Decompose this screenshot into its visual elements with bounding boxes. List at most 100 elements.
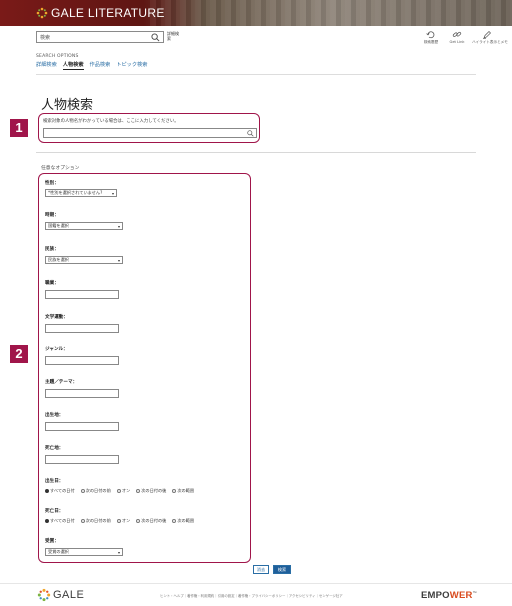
era-select[interactable]: 国籍を選択 ▾ [45,222,123,230]
toolbar: 詳細検索 検索履歴 Get Link ハイライト表示とメモ [0,26,512,48]
highlights-notes-tool[interactable]: ハイライト表示とメモ [472,30,508,45]
radio-icon [80,519,85,523]
advanced-search-link[interactable]: 詳細検索 [167,31,179,41]
chevron-down-icon: ▾ [117,550,120,555]
divider [36,74,476,75]
clear-button[interactable]: 消去 [253,565,269,574]
era-select-value: 国籍を選択 [48,223,69,228]
radio-icon [80,489,85,493]
option-label: オン [121,518,131,523]
search-icon[interactable] [247,130,254,137]
tab-advanced-search[interactable]: 詳細検索 [36,61,57,70]
deathplace-label: 死亡地： [45,446,64,451]
genre-input[interactable] [45,356,119,365]
option-label: 次の日付の後 [141,488,167,493]
occupation-input[interactable] [45,290,119,299]
deathplace-input[interactable] [45,455,119,464]
birth-date-options: すべての日付 次の日付の前 オン 次の日付の後 次の範囲 [45,488,194,494]
person-name-field[interactable] [43,128,257,138]
callout-number-1: 1 [10,119,28,137]
radio-selected-icon [45,489,49,493]
ethnicity-select-value: 民族を選択 [48,257,69,262]
chevron-down-icon: ▾ [117,258,120,263]
radio-icon [172,519,177,523]
highlighter-icon [483,31,491,39]
basic-search-input[interactable] [37,32,147,42]
banner-bookshelf-image [150,0,512,26]
brand-title[interactable]: GALE LITERATURE [51,6,165,20]
birthplace-input[interactable] [45,422,119,431]
radio-icon [136,489,141,493]
search-options-tabs: 詳細検索 人物検索 作品検索 トピック検索 [36,61,147,70]
death-date-option-before[interactable]: 次の日付の前 [80,518,111,524]
history-icon [426,31,435,39]
search-button[interactable]: 検索 [273,565,291,574]
trademark: ™ [472,590,477,595]
ethnicity-label: 民族： [45,247,59,252]
header-banner: GALE LITERATURE [0,0,512,26]
birth-date-option-range[interactable]: 次の範囲 [172,488,194,494]
death-date-option-range[interactable]: 次の範囲 [172,518,194,524]
page-title: 人物検索 [41,98,94,113]
option-label: 次の日付の前 [85,488,111,493]
birth-date-option-on[interactable]: オン [116,488,131,494]
tab-person-search[interactable]: 人物検索 [62,61,84,70]
radio-icon [116,489,121,493]
death-date-label: 死亡日： [45,509,64,514]
option-label: 次の日付の後 [141,518,167,523]
divider [36,152,476,153]
tab-topic-search[interactable]: トピック検索 [116,61,147,70]
gender-select[interactable]: *性別を選択されていません? ▾ [45,189,117,197]
theme-input[interactable] [45,389,119,398]
occupation-label: 職業： [45,281,59,286]
option-label: 次の範囲 [177,488,195,493]
option-label: 次の範囲 [177,518,195,523]
footer-gale-logo[interactable]: GALE [37,588,84,602]
literary-movement-input[interactable] [45,324,119,333]
footer-logo-text: GALE [53,589,85,601]
genre-label: ジャンル： [45,347,68,352]
birthplace-label: 出生地： [45,413,64,418]
option-label: すべての日付 [50,488,75,493]
gale-logo-icon [36,7,48,19]
callout-number-2: 2 [10,345,28,363]
empower-logo: EMPOWER™ [421,590,477,601]
birth-date-label: 出生日： [45,479,64,484]
option-label: オン [121,488,131,493]
birth-date-option-after[interactable]: 次の日付の後 [136,488,166,494]
death-date-option-all[interactable]: すべての日付 [45,518,75,524]
tab-work-search[interactable]: 作品検索 [90,61,111,70]
era-label: 時期： [45,213,59,218]
radio-icon [172,489,177,493]
optional-options-heading: 任意なオプション [41,166,80,171]
radio-icon [116,519,121,523]
birth-date-option-before[interactable]: 次の日付の前 [80,488,111,494]
highlights-notes-label: ハイライト表示とメモ [472,40,508,44]
birth-date-option-all[interactable]: すべての日付 [45,488,75,494]
award-select-value: 受賞の選択 [48,549,69,554]
footer-divider [0,583,512,584]
callout-frame-2 [38,173,251,563]
award-label: 受賞： [45,539,59,544]
search-icon[interactable] [151,33,160,42]
gender-select-value: *性別を選択されていません? [48,190,103,195]
footer-links[interactable]: ヒント・ヘルプ｜著作権・利用規約｜引用の設定｜著作権・プライバシーポリシー｜アク… [160,593,343,598]
literary-movement-label: 文学運動： [45,315,68,320]
chevron-down-icon: ▾ [111,191,114,196]
empower-text-b: WER [449,590,473,602]
death-date-options: すべての日付 次の日付の前 オン 次の日付の後 次の範囲 [45,518,194,524]
death-date-option-after[interactable]: 次の日付の後 [136,518,166,524]
link-icon [452,31,462,37]
name-search-hint: 検索対象の人物名がわかっている場合は、ここに入力してください。 [43,119,179,124]
radio-icon [136,519,141,523]
death-date-option-on[interactable]: オン [116,518,131,524]
radio-selected-icon [45,519,49,523]
option-label: 次の日付の前 [85,518,111,523]
ethnicity-select[interactable]: 民族を選択 ▾ [45,256,123,264]
get-link-label: Get Link [449,40,465,44]
option-label: すべての日付 [50,518,75,523]
gale-logo-icon [37,588,51,602]
get-link-tool[interactable]: Get Link [442,30,472,44]
award-select[interactable]: 受賞の選択 ▾ [45,548,123,556]
basic-search-box [36,31,164,43]
